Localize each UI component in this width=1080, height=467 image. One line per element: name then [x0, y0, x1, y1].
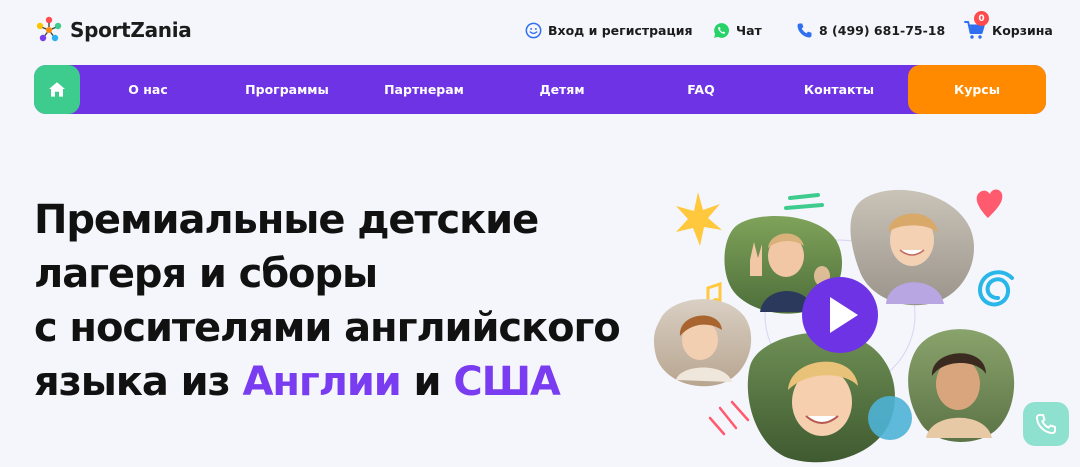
logo-text: SportZania — [70, 18, 192, 42]
logo-mark-icon — [36, 16, 62, 42]
hero-accent-england: Англии — [242, 359, 401, 405]
phone-icon — [797, 23, 812, 37]
hero-line-1: Премиальные детские — [34, 197, 539, 243]
call-button[interactable] — [1023, 402, 1069, 446]
cart-link[interactable]: 0 Корзина — [964, 11, 1053, 40]
smile-icon — [525, 22, 542, 38]
red-strokes-decoration — [708, 400, 750, 436]
nav-item-contacts[interactable]: Контакты — [790, 65, 888, 114]
hero-accent-usa: США — [453, 359, 561, 405]
nav-item-about[interactable]: О нас — [106, 65, 190, 114]
hero-photo-collage — [640, 180, 1040, 467]
whatsapp-icon — [714, 22, 729, 38]
nav-item-partners[interactable]: Партнерам — [370, 65, 478, 114]
login-link[interactable]: Вход и регистрация — [525, 20, 693, 40]
spiral-decoration — [977, 270, 1014, 307]
main-nav: О нас Программы Партнерам Детям FAQ Конт… — [34, 65, 1046, 114]
cart-icon-wrap: 0 — [964, 11, 989, 40]
cart-label: Корзина — [992, 22, 1053, 38]
green-dashes-decoration — [784, 193, 824, 210]
heart-decoration — [976, 189, 1003, 218]
hero-line-3: с носителями английского — [34, 305, 621, 351]
chat-link[interactable]: Чат — [713, 20, 762, 40]
collage-graphic — [653, 189, 1015, 463]
phone-link[interactable]: 8 (499) 681-75-18 — [796, 20, 945, 40]
nav-home-button[interactable] — [34, 65, 80, 114]
phone-label: 8 (499) 681-75-18 — [819, 22, 946, 38]
star-decoration — [676, 192, 722, 246]
chat-label: Чат — [736, 22, 762, 38]
home-icon — [49, 82, 65, 97]
hero-line-2: лагеря и сборы — [34, 251, 378, 297]
hero-line-4: языка из Англии и США — [34, 355, 654, 409]
nav-item-programs[interactable]: Программы — [232, 65, 342, 114]
login-label: Вход и регистрация — [548, 22, 693, 38]
logo[interactable]: SportZania — [34, 14, 192, 46]
hero-line-4-prefix: языка из — [34, 359, 243, 405]
nav-courses-button[interactable]: Курсы — [908, 65, 1046, 114]
nav-item-kids[interactable]: Детям — [514, 65, 610, 114]
hero-line-4-mid: и — [400, 359, 454, 405]
hero-title: Премиальные детские лагеря и сборы с нос… — [34, 193, 654, 409]
cart-count-badge: 0 — [974, 11, 989, 26]
site-header: SportZania Вход и регистрация Чат 8 (499… — [0, 0, 1080, 60]
phone-call-icon — [1035, 413, 1057, 435]
nav-item-faq[interactable]: FAQ — [662, 65, 740, 114]
